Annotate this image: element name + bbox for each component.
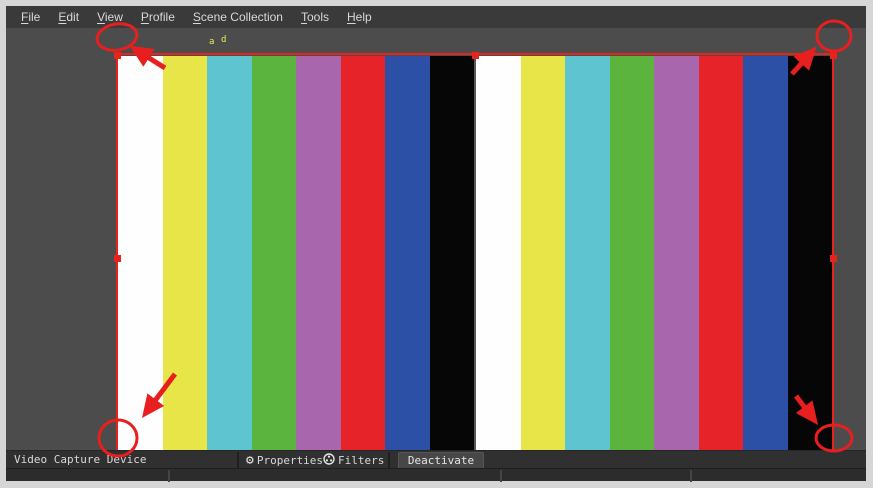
menu-file-rest: ile	[28, 10, 41, 24]
dock-divider	[500, 470, 502, 482]
menu-view[interactable]: View	[88, 8, 132, 26]
deactivate-button[interactable]: Deactivate	[398, 452, 484, 469]
dock-divider	[690, 470, 692, 482]
menu-help[interactable]: Help	[338, 8, 381, 26]
selected-source-name: Video Capture Device	[14, 453, 147, 466]
properties-button[interactable]: ⚙ Properties	[246, 451, 323, 469]
source-toolbar: Video Capture Device ⚙ Properties Filter…	[6, 450, 866, 469]
menu-view-mnemonic: V	[97, 10, 105, 24]
menu-profile[interactable]: Profile	[132, 8, 184, 26]
menu-view-rest: iew	[104, 10, 123, 24]
dock-strip	[6, 468, 866, 482]
menu-tools-rest: ools	[306, 10, 329, 24]
source-selection-border[interactable]	[116, 53, 834, 461]
filters-icon	[323, 452, 335, 468]
menu-scene-collection-rest: cene Collection	[200, 10, 283, 24]
menu-tools[interactable]: Tools	[292, 8, 338, 26]
preview-area: a d	[6, 28, 866, 463]
resize-handle-top-center[interactable]	[472, 52, 479, 59]
filters-button[interactable]: Filters	[323, 451, 384, 469]
obs-window: File Edit View Profile Scene Collection …	[6, 6, 866, 482]
menu-help-rest: elp	[355, 10, 372, 24]
toolbar-divider	[237, 452, 239, 468]
menu-scene-collection-mnemonic: S	[192, 10, 201, 24]
properties-button-label: Properties	[256, 453, 324, 467]
menu-bar: File Edit View Profile Scene Collection …	[6, 6, 866, 28]
resize-handle-middle-right[interactable]	[830, 255, 837, 262]
gear-icon: ⚙	[246, 452, 254, 468]
menu-profile-mnemonic: P	[140, 10, 149, 24]
dock-divider	[168, 470, 170, 482]
resize-handle-middle-left[interactable]	[114, 255, 121, 262]
menu-file[interactable]: File	[12, 8, 49, 26]
menu-edit-rest: dit	[66, 10, 80, 24]
menu-help-mnemonic: H	[347, 10, 356, 24]
toolbar-divider	[388, 452, 390, 468]
filters-button-label: Filters	[338, 453, 385, 467]
menu-scene-collection[interactable]: Scene Collection	[184, 8, 292, 26]
menu-edit[interactable]: Edit	[49, 8, 88, 26]
video-artifact-mark: d	[221, 35, 227, 45]
resize-handle-top-left[interactable]	[114, 52, 121, 59]
menu-profile-rest: rofile	[148, 10, 175, 24]
video-artifact-mark: a	[209, 37, 215, 47]
page: { "menu_bar": { "items": [ { "first": "F…	[0, 0, 873, 488]
resize-handle-top-right[interactable]	[830, 52, 837, 59]
